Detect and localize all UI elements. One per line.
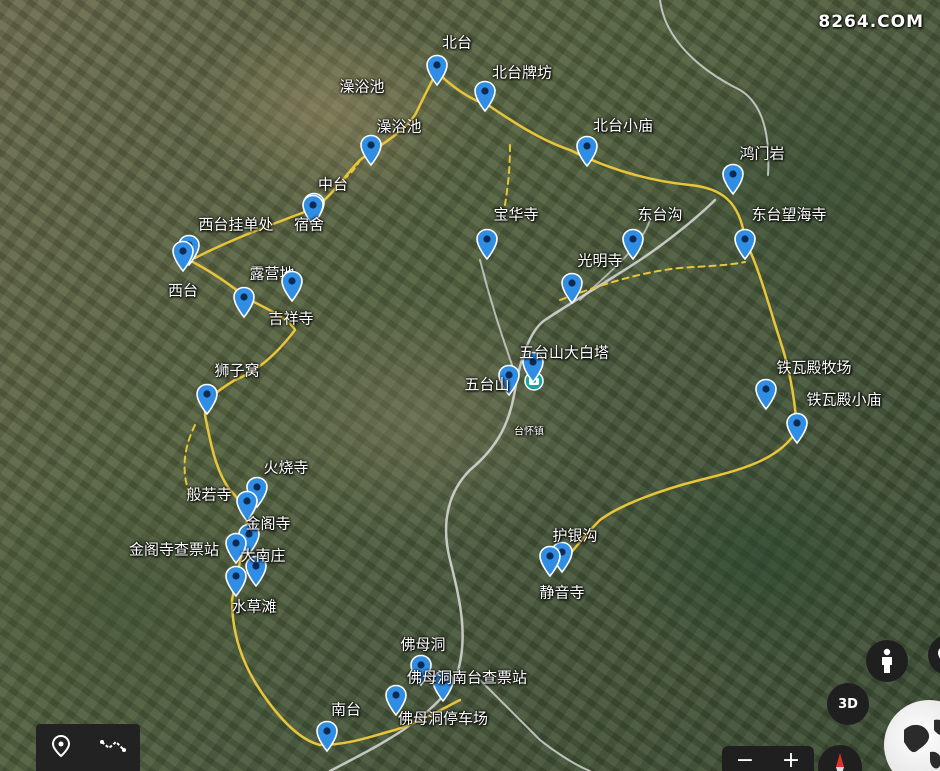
- map-pin-icon[interactable]: [733, 228, 757, 261]
- marker-label: 南台: [330, 700, 362, 719]
- map-pin-icon[interactable]: [475, 228, 499, 261]
- watermark: 8264.COM: [818, 12, 924, 32]
- marker-label: 五台山大白塔: [518, 343, 610, 362]
- marker-label: 中台: [317, 175, 349, 194]
- marker-label: 佛母洞南台查票站: [406, 668, 528, 687]
- marker-label: 狮子窝: [214, 361, 260, 380]
- map-toolbar: [36, 724, 140, 771]
- marker-label: 鸿门岩: [739, 144, 785, 163]
- road-south: [479, 679, 591, 771]
- trail-ridge-north: [193, 70, 747, 260]
- zoom-out-button[interactable]: −: [736, 750, 754, 771]
- globe-icon[interactable]: [884, 700, 940, 771]
- street-view-person-icon[interactable]: [866, 640, 908, 682]
- marker-label: 大南庄: [240, 546, 286, 565]
- zoom-control: − +: [722, 746, 814, 771]
- marker-label: 佛母洞停车场: [397, 709, 489, 728]
- map-pin-icon[interactable]: [195, 383, 219, 416]
- marker-label: 北台: [441, 33, 473, 52]
- marker-label: 西台: [167, 281, 199, 300]
- marker-label: 北台小庙: [592, 116, 654, 135]
- map-pin-icon[interactable]: [754, 378, 778, 411]
- marker-label: 宿舍: [293, 215, 325, 234]
- town-label: 台怀镇: [514, 426, 544, 438]
- map-pin-icon[interactable]: [538, 545, 562, 578]
- map-pin-icon[interactable]: [224, 565, 248, 598]
- marker-label: 佛母洞: [400, 635, 446, 654]
- map-pin-icon[interactable]: [171, 240, 195, 273]
- map-pin-icon[interactable]: [315, 720, 339, 753]
- marker-label: 澡浴池: [376, 117, 422, 136]
- marker-label: 铁瓦殿牧场: [776, 358, 852, 377]
- map-pin-icon[interactable]: [721, 163, 745, 196]
- marker-label: 金阁寺查票站: [128, 540, 220, 559]
- trail-dashed-1: [504, 144, 511, 206]
- road-valley: [479, 259, 513, 366]
- marker-label: 护银沟: [552, 526, 598, 545]
- map-pin-icon[interactable]: [473, 80, 497, 113]
- marker-label: 光明寺: [577, 251, 623, 270]
- marker-label: 金阁寺: [245, 514, 291, 533]
- map-pin-icon[interactable]: [785, 412, 809, 445]
- marker-label: 铁瓦殿小庙: [806, 390, 882, 409]
- marker-label: 五台山: [464, 375, 510, 394]
- marker-label: 火烧寺: [263, 458, 309, 477]
- satellite-map[interactable]: 澡浴池 台怀镇 8264.COM 北台 北台牌坊 澡浴池 北台小庙 鸿门岩 中台 宿舍 西台挂…: [0, 0, 940, 771]
- map-pin-icon[interactable]: [425, 54, 449, 87]
- marker-label: 静音寺: [539, 583, 585, 602]
- toggle-3d-button[interactable]: 3D: [827, 683, 869, 725]
- marker-label: 吉祥寺: [268, 309, 314, 328]
- map-pin-icon[interactable]: [621, 228, 645, 261]
- map-pin-icon[interactable]: [359, 134, 383, 167]
- marker-label: 东台沟: [637, 205, 683, 224]
- map-pin-icon[interactable]: [280, 270, 304, 303]
- zoom-in-button[interactable]: +: [782, 750, 800, 771]
- marker-label: 北台牌坊: [491, 63, 553, 82]
- compass-icon[interactable]: [818, 745, 862, 771]
- lake-area-label: 澡浴池: [339, 77, 385, 96]
- marker-label: 宝华寺: [493, 205, 539, 224]
- location-pin-icon[interactable]: [51, 734, 71, 761]
- marker-label: 西台挂单处: [198, 215, 274, 234]
- route-icon[interactable]: [99, 738, 126, 758]
- marker-label: 般若寺: [186, 485, 232, 504]
- marker-label: 东台望海寺: [751, 205, 827, 224]
- map-pin-icon[interactable]: [575, 135, 599, 168]
- marker-label: 水草滩: [231, 597, 277, 616]
- map-pin-icon[interactable]: [560, 272, 584, 305]
- map-pin-icon[interactable]: [232, 286, 256, 319]
